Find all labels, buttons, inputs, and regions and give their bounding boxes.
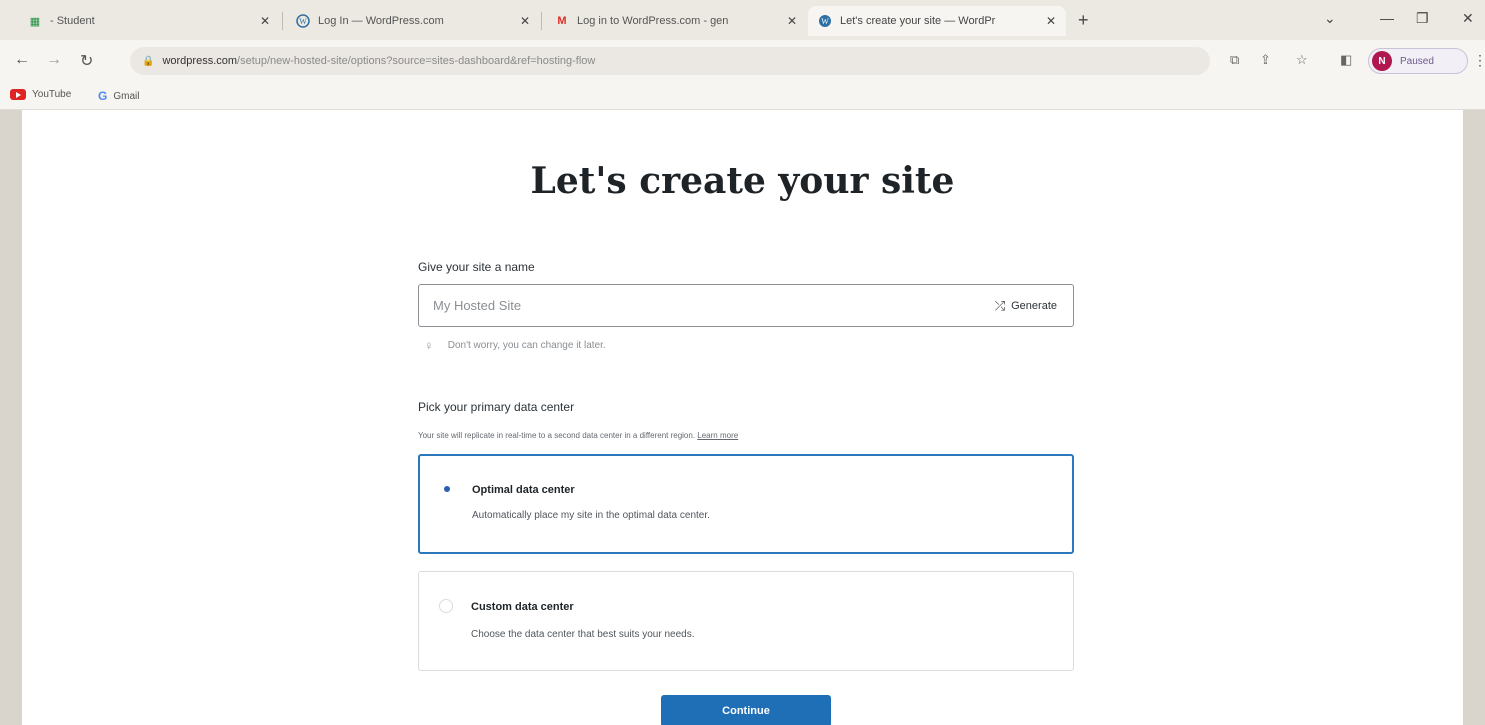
tab-title: Log In — WordPress.com: [318, 15, 444, 27]
svg-text:W: W: [299, 17, 307, 26]
bookmark-gmail[interactable]: G Gmail: [98, 89, 139, 103]
new-tab-plus-icon[interactable]: +: [1078, 10, 1089, 31]
bookmark-label: Gmail: [113, 90, 140, 102]
gmail-icon: M: [557, 15, 567, 27]
bookmarks-bar: YouTube G Gmail: [0, 82, 1485, 110]
tab-separator: [282, 12, 283, 30]
tab-wordpress-login[interactable]: W Log In — WordPress.com ✕: [286, 6, 540, 36]
bookmark-label: YouTube: [32, 89, 72, 100]
close-icon[interactable]: ✕: [260, 14, 270, 28]
option-description: Choose the data center that best suits y…: [471, 629, 695, 640]
profile-button[interactable]: N Paused: [1368, 48, 1468, 74]
google-icon: G: [98, 89, 108, 103]
close-icon[interactable]: ✕: [787, 14, 797, 28]
optimal-radio[interactable]: [440, 482, 454, 496]
share-icon[interactable]: ⇪: [1260, 52, 1271, 68]
reload-icon[interactable]: ↻: [80, 51, 93, 71]
close-icon[interactable]: ✕: [520, 14, 530, 28]
more-menu-icon[interactable]: ⋮: [1473, 52, 1485, 69]
site-name-input[interactable]: [419, 285, 995, 326]
bookmark-star-icon[interactable]: ☆: [1296, 52, 1308, 68]
site-name-label: Give your site a name: [418, 260, 535, 274]
bookmark-youtube[interactable]: YouTube: [10, 89, 71, 100]
continue-button[interactable]: Continue: [661, 695, 831, 725]
tab-student[interactable]: ▦ - Student ✕: [18, 6, 280, 36]
close-icon[interactable]: ✕: [1046, 14, 1056, 28]
optimal-data-center-option[interactable]: Optimal data center Automatically place …: [418, 454, 1074, 554]
avatar: N: [1372, 51, 1392, 71]
subtitle-text: Your site will replicate in real-time to…: [418, 431, 696, 440]
generate-label: Generate: [1011, 299, 1057, 312]
page-title: Let's create your site: [530, 160, 955, 202]
wordpress-icon: W: [818, 14, 832, 28]
custom-radio[interactable]: [439, 599, 453, 613]
data-center-subtitle: Your site will replicate in real-time to…: [418, 431, 738, 440]
option-title: Optimal data center: [472, 484, 575, 496]
page-content: Let's create your site Give your site a …: [22, 110, 1463, 725]
url-path: /setup/new-hosted-site/options?source=si…: [237, 55, 596, 67]
minimize-icon[interactable]: —: [1380, 10, 1394, 26]
data-center-label: Pick your primary data center: [418, 400, 575, 414]
side-panel-icon[interactable]: ◧: [1340, 52, 1352, 68]
sheets-icon: ▦: [29, 15, 41, 28]
address-bar[interactable]: 🔒 wordpress.com /setup/new-hosted-site/o…: [130, 47, 1210, 75]
install-app-icon[interactable]: ⧉: [1230, 52, 1239, 68]
forward-arrow-icon[interactable]: →: [46, 51, 62, 69]
option-title: Custom data center: [471, 601, 574, 613]
hint-text: Don't worry, you can change it later.: [447, 340, 606, 351]
restore-icon[interactable]: ❐: [1416, 10, 1429, 27]
tab-title: - Student: [50, 15, 95, 27]
profile-status: Paused: [1400, 55, 1434, 67]
lightbulb-icon: ♀: [424, 338, 434, 353]
browser-toolbar: ← → ↻ 🔒 wordpress.com /setup/new-hosted-…: [0, 40, 1485, 82]
lock-icon: 🔒: [142, 55, 155, 67]
tab-gmail[interactable]: M Log in to WordPress.com - gen ✕: [545, 6, 807, 36]
tab-separator: [541, 12, 542, 30]
shuffle-icon: ⤮: [994, 297, 1006, 313]
svg-text:W: W: [821, 17, 829, 26]
site-name-hint: ♀ Don't worry, you can change it later.: [424, 338, 606, 353]
learn-more-link[interactable]: Learn more: [697, 431, 738, 440]
tab-create-site[interactable]: W Let's create your site — WordPr ✕: [808, 6, 1066, 36]
generate-button[interactable]: ⤮ Generate: [995, 298, 1057, 314]
tab-search-chevron-down-icon[interactable]: ⌄: [1324, 10, 1336, 27]
tab-title: Let's create your site — WordPr: [840, 15, 996, 27]
youtube-icon: [10, 89, 26, 100]
site-name-field: ⤮ Generate: [418, 284, 1074, 327]
custom-data-center-option[interactable]: Custom data center Choose the data cente…: [418, 571, 1074, 671]
tab-title: Log in to WordPress.com - gen: [577, 15, 729, 27]
wordpress-icon: W: [296, 14, 310, 28]
window-close-icon[interactable]: ✕: [1462, 10, 1474, 27]
url-host: wordpress.com: [162, 55, 238, 67]
back-arrow-icon[interactable]: ←: [14, 51, 30, 69]
browser-tab-strip: ▦ - Student ✕ W Log In — WordPress.com ✕…: [0, 0, 1485, 40]
option-description: Automatically place my site in the optim…: [472, 510, 710, 521]
